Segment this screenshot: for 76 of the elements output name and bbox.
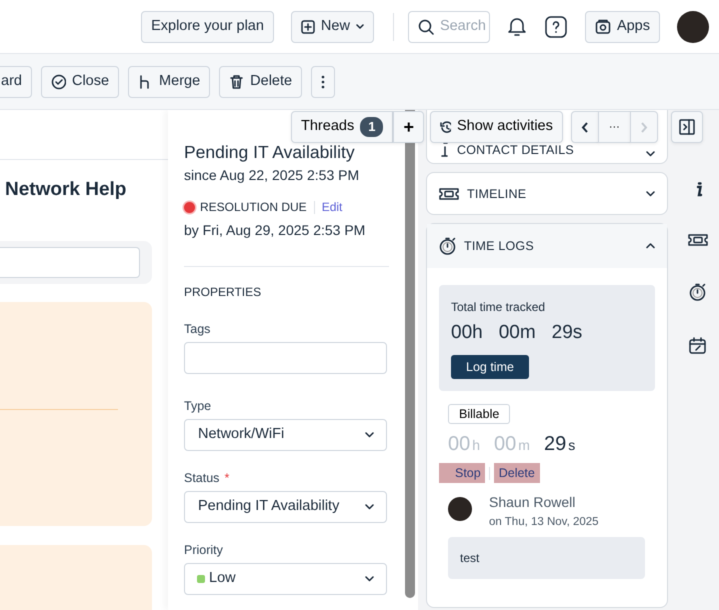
info-icon (439, 142, 449, 157)
search-icon (418, 18, 434, 34)
count-badge: 1 (360, 117, 384, 137)
calendar-icon[interactable] (689, 337, 706, 354)
more-button[interactable] (311, 66, 336, 98)
delete-button[interactable]: Delete (494, 463, 540, 483)
sla-label: RESOLUTION DUE (200, 199, 307, 216)
delete-button[interactable]: Delete (219, 66, 302, 98)
help-icon[interactable] (544, 16, 567, 38)
notifications-icon[interactable] (506, 16, 527, 37)
chevron-right-icon (640, 122, 648, 132)
timer-part: 00 h (448, 432, 480, 457)
apps-button[interactable]: Apps (584, 10, 660, 42)
note-text: test (448, 537, 645, 579)
field-label: Status (184, 471, 220, 485)
log-time-button[interactable]: Log time (451, 355, 529, 379)
timer-part: 29 s (544, 432, 576, 457)
ticket-icon[interactable] (688, 233, 708, 247)
more-icon (321, 74, 326, 88)
delete-icon (229, 74, 244, 90)
stopwatch-icon (439, 237, 456, 255)
stop-button[interactable]: Stop (439, 463, 485, 483)
chevron-left-icon (580, 122, 589, 132)
field-label: Type (184, 399, 212, 413)
status-since: since Aug 22, 2025 2:53 PM (184, 166, 360, 185)
expand-icon[interactable] (646, 190, 655, 196)
select-field[interactable]: Pending IT Availability (184, 491, 387, 523)
status-dot (184, 202, 195, 212)
properties-heading: PROPERTIES (184, 284, 262, 300)
billable-button[interactable]: Billable (448, 404, 510, 424)
author-avatar (448, 497, 472, 521)
chevron-icon (365, 432, 374, 438)
entry-date: on Thu, 13 Nov, 2025 (489, 515, 599, 530)
close-icon (50, 74, 66, 90)
stopwatch-icon[interactable] (689, 283, 706, 301)
panel-toggle-button[interactable] (670, 111, 703, 143)
more-button[interactable]: ··· (598, 111, 631, 143)
previous-button[interactable] (570, 111, 599, 143)
total-time: 00m (498, 321, 536, 345)
explore-plan-button[interactable]: Explore your plan (141, 10, 274, 42)
timer-part: 00 m (494, 432, 530, 457)
scrollbar[interactable] (405, 110, 415, 598)
total-label: Total time tracked (451, 299, 546, 315)
total-time: 29s (552, 321, 582, 345)
add-button[interactable]: + (393, 111, 424, 143)
total-time: 00h (451, 321, 483, 345)
threads-button[interactable]: Threads 1 (291, 111, 394, 143)
tags-field[interactable] (184, 342, 387, 374)
panel-title[interactable]: CONTACT DETAILS (457, 143, 638, 157)
toolbar-button[interactable]: ard (0, 66, 32, 98)
collapse-icon[interactable] (646, 243, 655, 249)
chevron-icon (365, 576, 374, 582)
new-button[interactable]: New (290, 10, 374, 42)
ticket-icon (439, 186, 459, 200)
chevron-icon (365, 504, 374, 510)
merge-button[interactable]: Merge (128, 66, 210, 98)
ticket-heading: Network Help (5, 178, 128, 202)
caret-icon (356, 24, 364, 30)
clock-icon (440, 121, 451, 133)
due-date: by Fri, Aug 29, 2025 2:53 PM (184, 221, 366, 240)
close-button[interactable]: Close (40, 66, 120, 98)
select-field[interactable]: Network/WiFi (184, 419, 387, 451)
author-name: Shaun Rowell (489, 493, 576, 511)
text-field[interactable] (0, 246, 140, 278)
required-mark: * (224, 471, 230, 485)
status-title: Pending IT Availability (184, 141, 356, 164)
user-avatar[interactable] (677, 10, 709, 42)
select-field[interactable]: Low (184, 563, 387, 595)
plus-icon (300, 20, 315, 34)
show-activities-button[interactable]: Show activities (430, 111, 563, 143)
field-label: Tags (184, 322, 210, 336)
panel-icon (678, 119, 695, 135)
apps-icon (594, 18, 611, 34)
edit-link[interactable]: Edit (322, 198, 342, 216)
expand-icon[interactable] (646, 151, 655, 157)
field-label: Priority (184, 543, 223, 557)
